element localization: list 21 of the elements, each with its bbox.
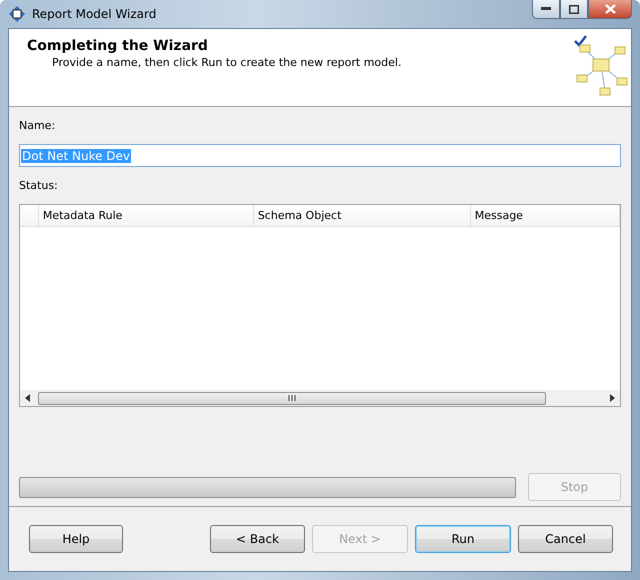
page-subtitle: Provide a name, then click Run to create the new report model. (51, 56, 402, 69)
column-header[interactable]: Message (470, 205, 620, 226)
wizard-button[interactable]: Cancel (518, 525, 613, 553)
app-icon (8, 5, 26, 23)
wizard-button[interactable]: Help (29, 525, 123, 553)
column-header[interactable]: Metadata Rule (38, 205, 254, 226)
close-button[interactable] (588, 0, 632, 19)
horizontal-scrollbar[interactable] (20, 390, 620, 406)
minimize-button[interactable] (532, 0, 560, 19)
window-title: Report Model Wizard (32, 7, 156, 21)
wizard-button[interactable]: < Back (210, 525, 305, 553)
grip-icon (288, 395, 296, 401)
page-title: Completing the Wizard (27, 38, 209, 54)
close-icon (604, 4, 616, 14)
status-label: Status: (19, 179, 58, 192)
minimize-icon (541, 7, 551, 11)
column-header[interactable]: Schema Object (254, 205, 471, 226)
maximize-icon (569, 4, 579, 14)
wizard-button[interactable]: Run (415, 525, 511, 553)
name-label: Name: (19, 119, 56, 132)
maximize-button[interactable] (560, 0, 588, 19)
